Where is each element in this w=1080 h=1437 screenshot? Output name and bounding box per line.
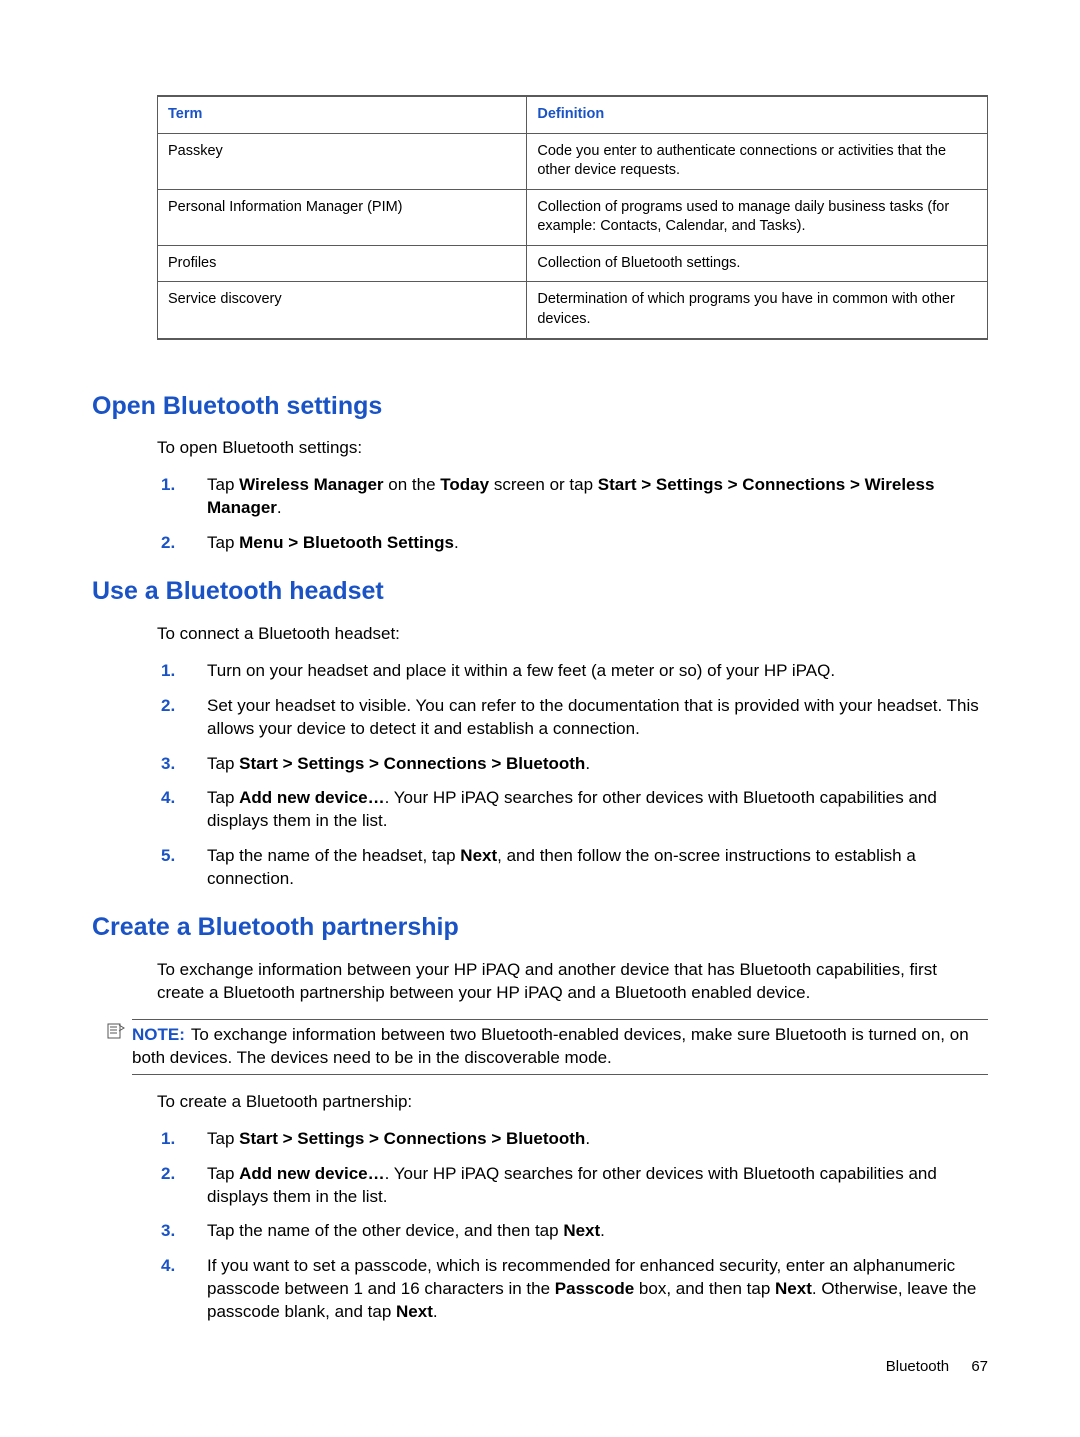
- def-cell: Collection of Bluetooth settings.: [527, 245, 988, 282]
- note-content: NOTE:To exchange information between two…: [132, 1025, 969, 1067]
- step-text: Tap Menu > Bluetooth Settings.: [207, 533, 459, 552]
- term-cell: Profiles: [158, 245, 527, 282]
- step-number: 1.: [161, 660, 175, 683]
- heading-create-partnership: Create a Bluetooth partnership: [92, 911, 988, 945]
- step-text: Tap Start > Settings > Connections > Blu…: [207, 754, 590, 773]
- step-number: 5.: [161, 845, 175, 868]
- step-text: Tap Wireless Manager on the Today screen…: [207, 475, 934, 517]
- term-cell: Service discovery: [158, 282, 527, 339]
- step-number: 2.: [161, 1163, 175, 1186]
- list-item: 1. Tap Wireless Manager on the Today scr…: [197, 474, 988, 520]
- intro-text: To exchange information between your HP …: [157, 959, 988, 1005]
- list-item: 5. Tap the name of the headset, tap Next…: [197, 845, 988, 891]
- list-item: 1. Turn on your headset and place it wit…: [197, 660, 988, 683]
- step-text: Set your headset to visible. You can ref…: [207, 696, 979, 738]
- step-number: 3.: [161, 753, 175, 776]
- terms-table: Term Definition Passkey Code you enter t…: [157, 95, 988, 340]
- step-text: Tap Start > Settings > Connections > Blu…: [207, 1129, 590, 1148]
- step-text: Tap Add new device…. Your HP iPAQ search…: [207, 1164, 937, 1206]
- note-block: NOTE:To exchange information between two…: [132, 1019, 988, 1075]
- table-row: Profiles Collection of Bluetooth setting…: [158, 245, 988, 282]
- step-number: 1.: [161, 474, 175, 497]
- intro-text: To create a Bluetooth partnership:: [157, 1091, 988, 1114]
- term-cell: Passkey: [158, 133, 527, 189]
- list-item: 4. Tap Add new device…. Your HP iPAQ sea…: [197, 787, 988, 833]
- table-row: Service discovery Determination of which…: [158, 282, 988, 339]
- note-body: To exchange information between two Blue…: [132, 1025, 969, 1067]
- list-item: 2. Set your headset to visible. You can …: [197, 695, 988, 741]
- step-number: 4.: [161, 1255, 175, 1278]
- note-label: NOTE:: [132, 1025, 185, 1044]
- step-text: Tap the name of the headset, tap Next, a…: [207, 846, 916, 888]
- heading-use-headset: Use a Bluetooth headset: [92, 575, 988, 609]
- step-number: 3.: [161, 1220, 175, 1243]
- term-cell: Personal Information Manager (PIM): [158, 189, 527, 245]
- table-row: Personal Information Manager (PIM) Colle…: [158, 189, 988, 245]
- intro-text: To open Bluetooth settings:: [157, 437, 988, 460]
- steps-open-bluetooth: 1. Tap Wireless Manager on the Today scr…: [157, 474, 988, 555]
- table-row: Passkey Code you enter to authenticate c…: [158, 133, 988, 189]
- step-number: 4.: [161, 787, 175, 810]
- page-footer: Bluetooth 67: [886, 1357, 988, 1377]
- list-item: 3. Tap Start > Settings > Connections > …: [197, 753, 988, 776]
- footer-section: Bluetooth: [886, 1358, 949, 1375]
- def-cell: Determination of which programs you have…: [527, 282, 988, 339]
- step-number: 1.: [161, 1128, 175, 1151]
- step-number: 2.: [161, 532, 175, 555]
- def-cell: Collection of programs used to manage da…: [527, 189, 988, 245]
- step-number: 2.: [161, 695, 175, 718]
- steps-partnership: 1. Tap Start > Settings > Connections > …: [157, 1128, 988, 1325]
- step-text: Turn on your headset and place it within…: [207, 661, 835, 680]
- intro-text: To connect a Bluetooth headset:: [157, 623, 988, 646]
- list-item: 3. Tap the name of the other device, and…: [197, 1220, 988, 1243]
- footer-page-number: 67: [971, 1358, 988, 1375]
- th-definition: Definition: [527, 96, 988, 133]
- note-icon: [107, 1023, 125, 1044]
- list-item: 2. Tap Add new device…. Your HP iPAQ sea…: [197, 1163, 988, 1209]
- list-item: 4. If you want to set a passcode, which …: [197, 1255, 988, 1324]
- list-item: 2. Tap Menu > Bluetooth Settings.: [197, 532, 988, 555]
- step-text: If you want to set a passcode, which is …: [207, 1256, 976, 1321]
- steps-use-headset: 1. Turn on your headset and place it wit…: [157, 660, 988, 892]
- def-cell: Code you enter to authenticate connectio…: [527, 133, 988, 189]
- step-text: Tap the name of the other device, and th…: [207, 1221, 605, 1240]
- list-item: 1. Tap Start > Settings > Connections > …: [197, 1128, 988, 1151]
- th-term: Term: [158, 96, 527, 133]
- heading-open-bluetooth: Open Bluetooth settings: [92, 390, 988, 424]
- step-text: Tap Add new device…. Your HP iPAQ search…: [207, 788, 937, 830]
